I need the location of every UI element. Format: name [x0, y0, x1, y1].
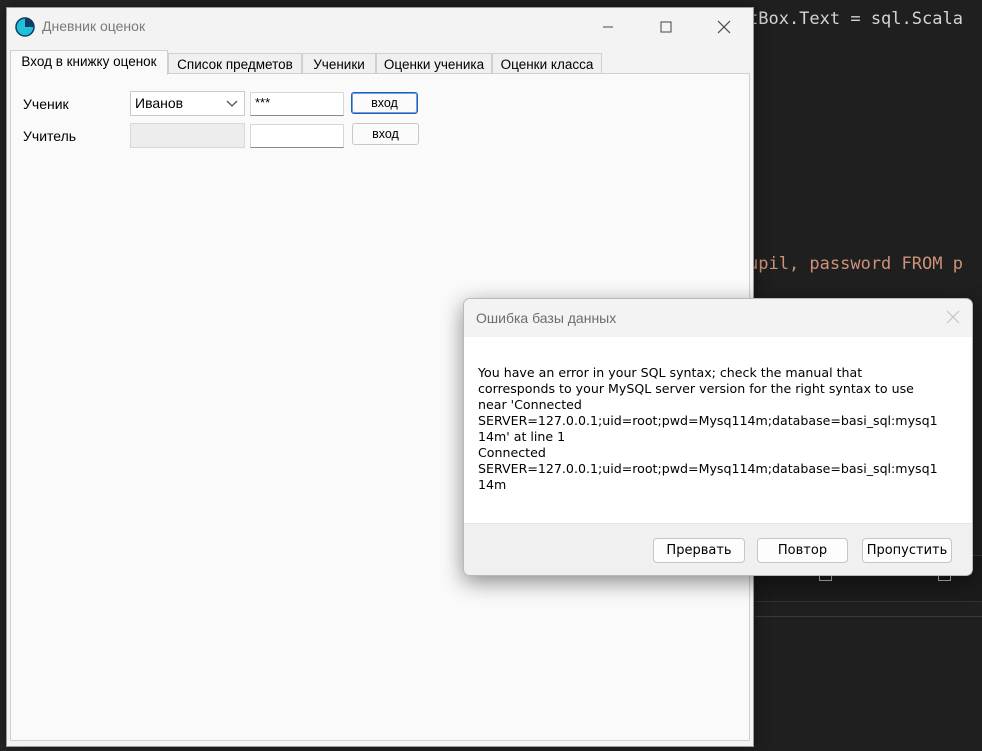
teacher-select[interactable] — [130, 123, 245, 148]
close-icon[interactable] — [946, 310, 960, 324]
message-line: Connected — [478, 445, 546, 460]
code-string: upil, password FROM p — [748, 254, 963, 274]
chevron-down-icon — [226, 100, 238, 107]
student-select[interactable]: Иванов — [130, 91, 245, 116]
window-title: Дневник оценок — [42, 18, 146, 34]
title-bar[interactable]: Дневник оценок — [7, 8, 753, 46]
message-line: You have an error in your SQL syntax; ch… — [478, 365, 863, 380]
student-password-field[interactable]: *** — [250, 92, 344, 116]
minimize-icon — [603, 26, 613, 28]
maximize-icon — [660, 21, 672, 33]
student-select-value: Иванов — [135, 95, 184, 111]
dialog-title-bar[interactable]: Ошибка базы данных — [464, 299, 972, 337]
error-dialog: Ошибка базы данных You have an error in … — [463, 298, 973, 576]
divider — [755, 616, 982, 617]
close-button[interactable] — [695, 8, 753, 46]
tab-students[interactable]: Ученики — [302, 53, 376, 74]
code-line: upil, password FROM p — [748, 254, 963, 274]
message-line: 14m — [478, 477, 507, 492]
teacher-login-button[interactable]: вход — [352, 123, 419, 145]
student-label: Ученик — [23, 96, 69, 112]
minimize-button[interactable] — [579, 8, 637, 46]
message-line: 14m' at line 1 — [478, 429, 566, 444]
ignore-button[interactable]: Пропустить — [862, 538, 952, 563]
code-line: tBox.Text = sql.Scala — [748, 9, 963, 29]
tab-subjects[interactable]: Список предметов — [168, 53, 302, 74]
abort-button[interactable]: Прервать — [653, 538, 745, 563]
tab-student-grades[interactable]: Оценки ученика — [376, 53, 492, 74]
pie-chart-icon — [15, 17, 35, 37]
retry-button[interactable]: Повтор — [757, 538, 848, 563]
tab-class-grades[interactable]: Оценки класса — [492, 53, 602, 74]
teacher-password-field[interactable] — [250, 124, 344, 148]
dialog-title: Ошибка базы данных — [476, 310, 617, 326]
close-icon — [717, 20, 731, 34]
teacher-label: Учитель — [23, 128, 77, 144]
dialog-footer: Прервать Повтор Пропустить — [464, 523, 972, 575]
message-line: corresponds to your MySQL server version… — [478, 381, 914, 396]
student-login-button[interactable]: вход — [351, 92, 418, 114]
message-line: SERVER=127.0.0.1;uid=root;pwd=Mysq114m;d… — [478, 461, 938, 476]
message-line: SERVER=127.0.0.1;uid=root;pwd=Mysq114m;d… — [478, 413, 938, 428]
dialog-message: You have an error in your SQL syntax; ch… — [464, 337, 972, 523]
message-line: near 'Connected — [478, 397, 582, 412]
maximize-button[interactable] — [637, 8, 695, 46]
tab-login[interactable]: Вход в книжку оценок — [10, 50, 168, 75]
